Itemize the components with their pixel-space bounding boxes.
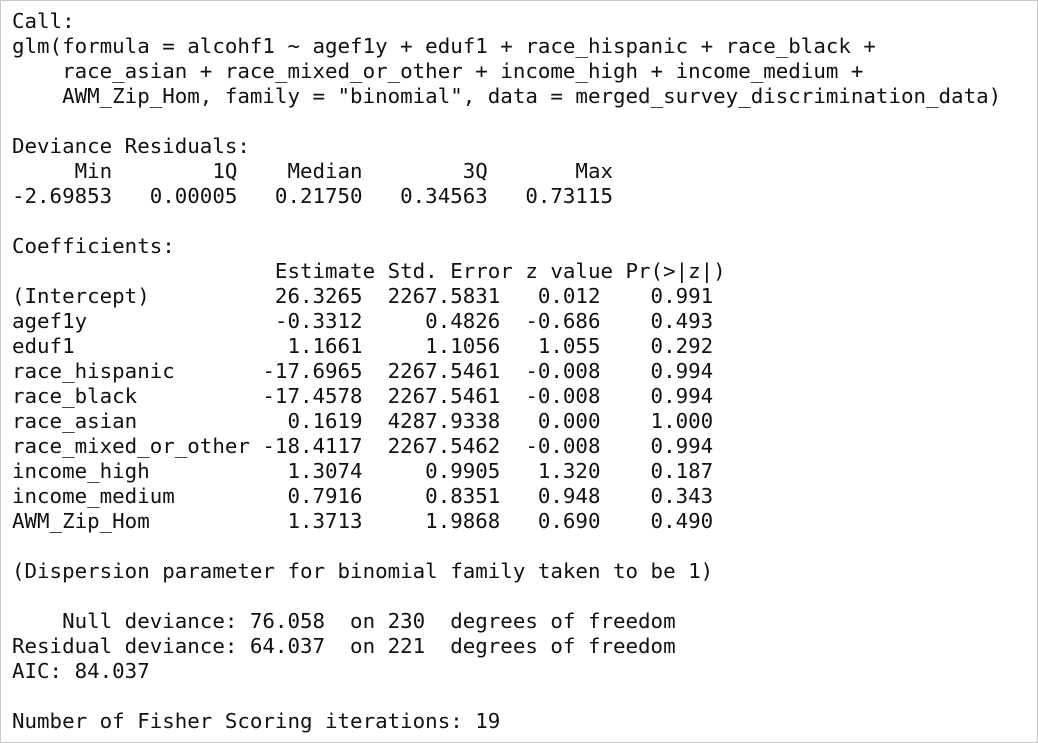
console-line-residual-deviance: Residual deviance: 64.037 on 221 degrees… xyxy=(12,634,676,658)
coefficient-row-intercept: (Intercept) 26.3265 2267.5831 0.012 0.99… xyxy=(12,284,714,308)
console-line-coefficients-header: Coefficients: xyxy=(12,234,175,258)
console-line-blank xyxy=(12,534,1037,559)
coefficient-row-income-medium: income_medium 0.7916 0.8351 0.948 0.343 xyxy=(12,484,714,508)
coefficient-row-eduf1: eduf1 1.1661 1.1056 1.055 0.292 xyxy=(12,334,714,358)
console-line-deviance-header: Deviance Residuals: xyxy=(12,134,263,158)
coefficient-row-race-black: race_black -17.4578 2267.5461 -0.008 0.9… xyxy=(12,384,714,408)
coefficient-row-agef1y: agef1y -0.3312 0.4826 -0.686 0.493 xyxy=(12,309,714,333)
coefficient-row-race-hispanic: race_hispanic -17.6965 2267.5461 -0.008 … xyxy=(12,359,714,383)
coefficient-row-awm-zip-hom: AWM_Zip_Hom 1.3713 1.9868 0.690 0.490 xyxy=(12,509,714,533)
coefficient-row-income-high: income_high 1.3074 0.9905 1.320 0.187 xyxy=(12,459,714,483)
coefficient-row-race-mixed-or-other: race_mixed_or_other -18.4117 2267.5462 -… xyxy=(12,434,714,458)
console-line-dispersion-note: (Dispersion parameter for binomial famil… xyxy=(12,559,714,583)
console-line-coefficients-columns: Estimate Std. Error z value Pr(>|z|) xyxy=(12,259,726,283)
coefficient-row-race-asian: race_asian 0.1619 4287.9338 0.000 1.000 xyxy=(12,409,714,433)
console-line-fisher-iterations: Number of Fisher Scoring iterations: 19 xyxy=(12,709,501,733)
r-console-output-panel: Call: glm(formula = alcohf1 ~ agef1y + ed… xyxy=(0,0,1038,743)
console-line-formula-1: glm(formula = alcohf1 ~ agef1y + eduf1 +… xyxy=(12,34,889,58)
console-line-blank xyxy=(12,109,1037,134)
console-line-call-header: Call: xyxy=(12,9,75,33)
console-line-deviance-values: -2.69853 0.00005 0.21750 0.34563 0.73115 xyxy=(12,184,639,208)
glm-summary-output: Call: glm(formula = alcohf1 ~ agef1y + ed… xyxy=(1,1,1037,734)
console-line-blank xyxy=(12,584,1037,609)
console-line-formula-2: race_asian + race_mixed_or_other + incom… xyxy=(12,59,876,83)
console-line-blank xyxy=(12,684,1037,709)
console-line-aic: AIC: 84.037 xyxy=(12,659,150,683)
console-line-null-deviance: Null deviance: 76.058 on 230 degrees of … xyxy=(12,609,676,633)
console-line-formula-3: AWM_Zip_Hom, family = "binomial", data =… xyxy=(12,84,1002,108)
console-line-blank xyxy=(12,209,1037,234)
console-line-deviance-columns: Min 1Q Median 3Q Max xyxy=(12,159,639,183)
